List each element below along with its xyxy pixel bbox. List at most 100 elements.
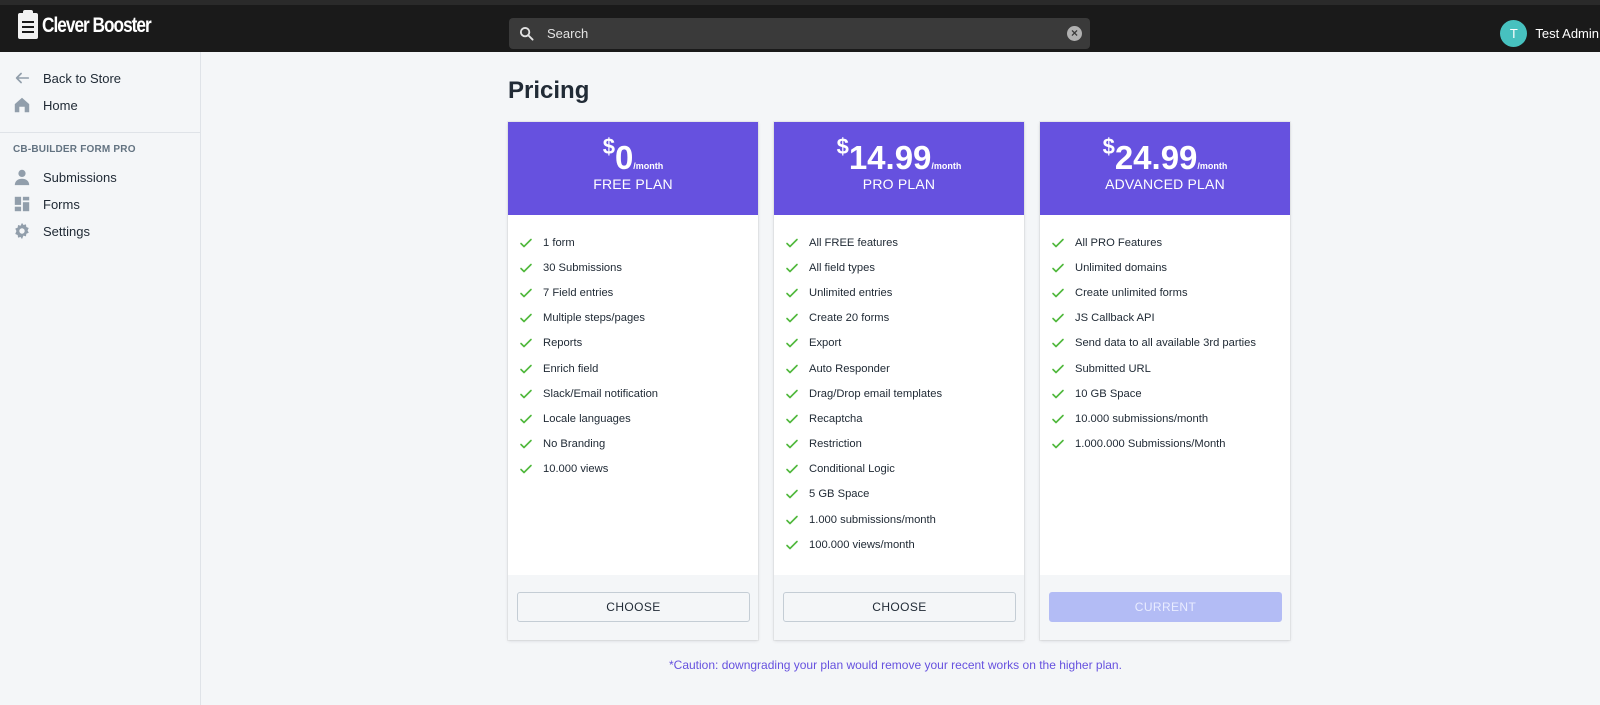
feature-label: Recaptcha [809,412,863,425]
checkmark-icon [1052,263,1064,273]
sidebar-item-label: Back to Store [43,70,122,86]
feature-label: 10.000 submissions/month [1075,412,1209,425]
sidebar-item-back-to-store[interactable]: Back to Store [13,66,121,90]
checkmark-icon [786,515,798,524]
price-currency: $ [602,134,615,159]
feature-label: Reports [543,337,583,350]
feature-label: Auto Responder [809,362,890,375]
feature-item: Enrich field [519,356,758,381]
feature-list: 1 form 30 Submissions 7 Field entries Multi… [508,215,758,482]
checkmark-icon [520,464,532,474]
plan-header: $ 24.99 /month ADVANCED PLAN [1040,122,1290,215]
feature-label: Enrich field [543,362,599,375]
caution-note: *Caution: downgrading your plan would re… [669,658,1122,672]
clipboard-icon [18,10,38,39]
feature-item: All field types [785,255,1024,280]
feature-item: Reports [519,331,758,356]
checkmark-icon [786,490,798,499]
search-input[interactable] [539,18,1049,49]
checkmark-icon [786,238,798,247]
feature-item: Unlimited domains [1051,255,1290,280]
feature-label: 10.000 views [543,463,609,476]
feature-label: Conditional Logic [809,463,895,476]
feature-label: 7 Field entries [543,286,614,299]
feature-label: Unlimited domains [1075,261,1168,274]
sidebar-item-label: Home [43,97,78,113]
sidebar-item-settings[interactable]: Settings [13,219,90,243]
feature-item: Export [785,331,1024,356]
checkmark-icon [786,464,798,474]
current-plan-button: CURRENT [1049,592,1282,622]
price-amount: 24.99 [1114,139,1198,176]
price-amount: 14.99 [848,139,932,176]
feature-label: Drag/Drop email templates [809,387,943,400]
feature-label: Multiple steps/pages [543,312,645,325]
arrow-left-icon [15,72,30,84]
sidebar-section-title: CB-BUILDER FORM PRO [13,144,136,155]
user-name: Test Admin [1535,26,1599,41]
feature-item: All PRO Features [1051,230,1290,255]
checkmark-icon [786,540,798,550]
feature-label: 5 GB Space [809,488,870,501]
checkmark-icon [520,288,532,298]
feature-label: Unlimited entries [809,286,893,299]
plan-price: $ 0 /month [508,122,758,176]
sidebar-item-home[interactable]: Home [13,93,78,117]
feature-item: 1 form [519,230,758,255]
feature-item: Drag/Drop email templates [785,381,1024,406]
sidebar-item-submissions[interactable]: Submissions [13,165,117,189]
checkmark-icon [1052,288,1064,298]
feature-label: 1 form [543,236,575,249]
feature-label: 10 GB Space [1075,387,1142,400]
feature-item: Recaptcha [785,406,1024,431]
checkmark-icon [786,389,798,399]
clear-icon[interactable]: × [1067,26,1082,41]
checkmark-icon [786,263,798,273]
user-menu[interactable]: T Test Admin [1500,20,1600,47]
checkmark-icon [520,238,532,247]
feature-label: 1.000 submissions/month [809,513,936,526]
feature-label: Export [809,337,842,350]
feature-item: 10.000 submissions/month [1051,406,1290,431]
feature-item: Unlimited entries [785,280,1024,305]
feature-list: All FREE features All field types Unlimite… [774,215,1024,557]
feature-item: 5 GB Space [785,482,1024,507]
checkmark-icon [786,288,798,298]
plan-card-free: $ 0 /month FREE PLAN 1 form 30 Submission… [508,122,758,640]
feature-label: Submitted URL [1075,362,1151,375]
plan-name: PRO PLAN [862,176,936,192]
checkmark-icon [1052,389,1064,399]
app-logo[interactable]: Clever Booster [18,10,175,39]
search-bar[interactable]: × [509,18,1090,49]
feature-item: Multiple steps/pages [519,306,758,331]
checkmark-icon [786,339,798,348]
feature-item: Create unlimited forms [1051,280,1290,305]
checkmark-icon [1052,364,1064,373]
feature-label: 1.000.000 Submissions/Month [1075,438,1226,451]
sidebar-item-forms[interactable]: Forms [13,192,80,216]
feature-item: 10.000 views [519,457,758,482]
plan-name: FREE PLAN [593,176,673,192]
checkmark-icon [520,263,532,273]
forms-icon [14,196,30,212]
feature-label: Create 20 forms [809,312,890,325]
choose-pro-plan-button[interactable]: CHOOSE [783,592,1016,622]
plan-name: ADVANCED PLAN [1105,176,1225,192]
checkmark-icon [1052,339,1064,348]
choose-free-plan-button[interactable]: CHOOSE [517,592,750,622]
plan-footer: CHOOSE [508,575,758,640]
checkmark-icon [520,439,532,449]
price-period: /month [931,161,962,171]
feature-label: All PRO Features [1075,236,1163,249]
checkmark-icon [520,364,532,373]
checkmark-icon [1052,439,1064,449]
plan-price: $ 24.99 /month [1040,122,1290,176]
checkmark-icon [1052,414,1064,424]
sidebar-item-label: Submissions [43,169,117,185]
sidebar-divider [0,132,200,133]
feature-item: JS Callback API [1051,306,1290,331]
checkmark-icon [786,414,798,424]
feature-label: Slack/Email notification [543,387,659,400]
price-currency: $ [836,134,849,159]
plan-footer: CHOOSE [774,575,1024,640]
